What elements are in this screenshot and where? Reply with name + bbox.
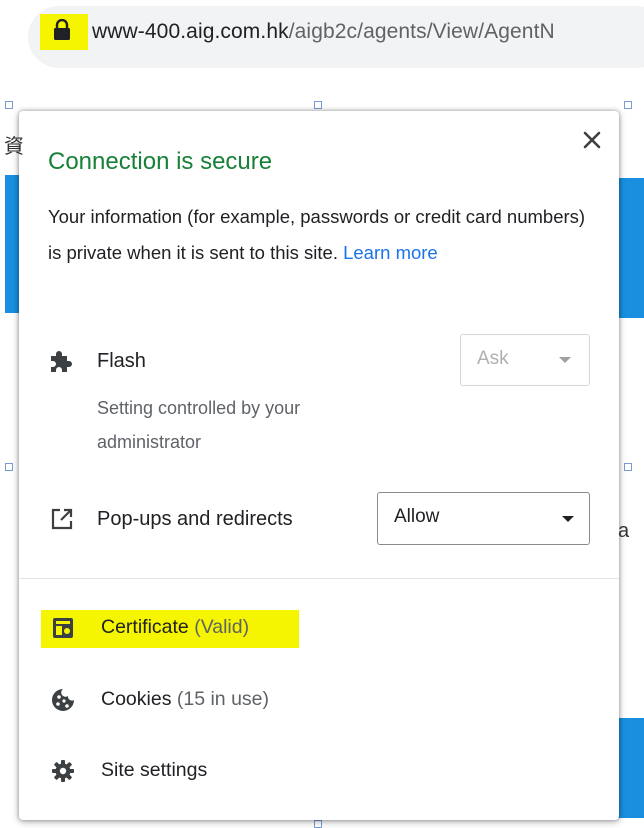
url-path: /aigb2c/agents/View/AgentN <box>288 20 555 43</box>
background-handle <box>624 101 632 109</box>
background-page-strip <box>5 175 19 313</box>
background-page-strip <box>616 718 644 818</box>
background-text-fragment: 資 <box>4 136 24 158</box>
url-domain: www-400.aig.com.hk <box>92 20 289 43</box>
learn-more-link[interactable]: Learn more <box>343 242 438 263</box>
certificate-link[interactable]: Certificate (Valid) <box>101 616 249 639</box>
flash-label: Flash <box>97 350 146 372</box>
chevron-down-icon <box>559 357 571 363</box>
lock-icon[interactable] <box>53 19 71 41</box>
popups-label: Pop-ups and redirects <box>97 508 293 530</box>
background-handle <box>5 463 13 471</box>
puzzle-piece-icon <box>51 351 72 372</box>
connection-status-title: Connection is secure <box>48 148 273 175</box>
cookie-icon <box>52 689 74 711</box>
site-info-popup: Connection is secure Your information (f… <box>19 111 619 820</box>
close-icon[interactable] <box>579 127 605 153</box>
background-page-strip <box>616 178 644 318</box>
section-divider <box>19 578 619 579</box>
cookies-status: (15 in use) <box>176 688 270 710</box>
popups-permission-select[interactable]: Allow <box>377 492 590 545</box>
cookies-link[interactable]: Cookies (15 in use) <box>101 688 269 711</box>
background-handle <box>5 101 13 109</box>
background-handle <box>314 101 322 109</box>
popups-select-value: Allow <box>394 506 440 527</box>
certificate-label: Certificate <box>101 616 189 638</box>
background-handle <box>314 820 322 828</box>
chevron-down-icon <box>562 516 574 522</box>
flash-select-value: Ask <box>477 348 509 369</box>
url-text[interactable]: www-400.aig.com.hk/aigb2c/agents/View/Ag… <box>92 20 555 44</box>
cookies-label: Cookies <box>101 688 172 710</box>
flash-permission-select: Ask <box>460 334 590 386</box>
gear-icon <box>52 760 74 782</box>
certificate-status: (Valid) <box>194 616 250 638</box>
description-text: Your information (for example, passwords… <box>48 206 586 263</box>
open-in-new-icon <box>51 508 73 530</box>
connection-description: Your information (for example, passwords… <box>48 199 588 271</box>
site-settings-link[interactable]: Site settings <box>101 759 207 782</box>
background-text-fragment: a <box>618 520 630 542</box>
certificate-icon <box>53 618 73 638</box>
flash-admin-note: Setting controlled by your administrator <box>97 398 301 452</box>
background-handle <box>624 463 632 471</box>
